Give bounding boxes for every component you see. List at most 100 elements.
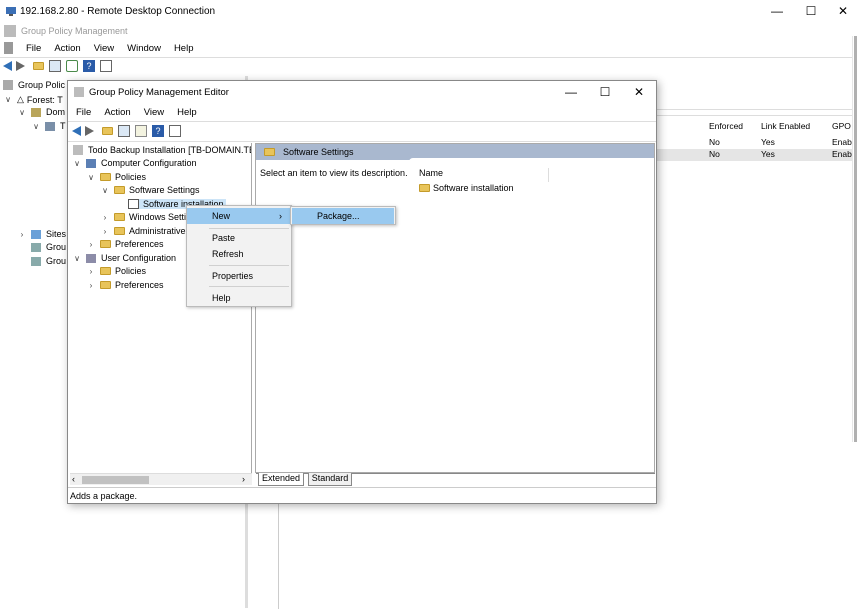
editor-tree-item[interactable]: ∨ Software Settings: [100, 185, 199, 195]
menu-item-help[interactable]: Help: [187, 290, 291, 306]
editor-detail-pane: Software Settings Select an item to view…: [255, 143, 655, 473]
list-header-name[interactable]: Name: [419, 168, 549, 182]
menu-separator: [209, 265, 289, 266]
menu-item-refresh[interactable]: Refresh: [187, 246, 291, 262]
editor-tree-item[interactable]: › Policies: [86, 266, 146, 276]
view-tabs: Extended Standard: [256, 473, 655, 487]
folder-icon: [100, 240, 111, 248]
editor-tree-item[interactable]: ∨ Policies: [86, 172, 146, 182]
menu-separator: [209, 228, 289, 229]
forest-icon: △: [17, 94, 24, 104]
gpm-menu-view[interactable]: View: [94, 43, 114, 54]
list-item[interactable]: Software installation: [419, 183, 514, 193]
refresh-icon[interactable]: [66, 60, 78, 72]
forward-icon[interactable]: [16, 61, 25, 71]
menu-item-paste[interactable]: Paste: [187, 230, 291, 246]
col-gpo[interactable]: GPO: [832, 121, 851, 131]
show-tree-icon[interactable]: [49, 60, 61, 72]
minimize-button[interactable]: —: [760, 0, 794, 22]
chevron-down-icon[interactable]: ∨: [17, 108, 27, 117]
help-icon[interactable]: ?: [83, 60, 95, 72]
tab-standard[interactable]: Standard: [308, 473, 352, 486]
gpm-tree-item[interactable]: ∨ △ Forest: T: [3, 94, 63, 105]
up-folder-icon[interactable]: [33, 62, 44, 70]
properties-icon[interactable]: [100, 60, 112, 72]
editor-maximize-button[interactable]: ☐: [588, 81, 622, 103]
back-icon[interactable]: [3, 61, 12, 71]
editor-menu-view[interactable]: View: [144, 107, 164, 118]
gpm-menu-file[interactable]: File: [26, 43, 41, 54]
chevron-right-icon[interactable]: ›: [86, 267, 96, 276]
properties-icon[interactable]: [169, 125, 181, 137]
gpm-app-icon: [4, 25, 16, 37]
editor-tree-item[interactable]: › Preferences: [86, 239, 164, 249]
chevron-right-icon[interactable]: ›: [100, 227, 110, 236]
editor-close-button[interactable]: ✕: [622, 81, 656, 103]
col-link-enabled[interactable]: Link Enabled: [761, 121, 810, 131]
chevron-right-icon[interactable]: ›: [17, 230, 27, 239]
show-tree-icon[interactable]: [118, 125, 130, 137]
editor-menu-help[interactable]: Help: [177, 107, 197, 118]
scroll-left-icon[interactable]: ‹: [72, 474, 75, 484]
editor-tree-item[interactable]: ∨ User Configuration: [72, 253, 176, 263]
domains-icon: [31, 107, 41, 117]
chevron-right-icon[interactable]: ›: [86, 281, 96, 290]
gpm-tree-item[interactable]: Grou: [31, 242, 66, 252]
back-icon[interactable]: [72, 126, 81, 136]
gpm-tree-item[interactable]: ∨ Dom: [17, 107, 65, 117]
forward-icon[interactable]: [85, 126, 94, 136]
editor-tree-item[interactable]: › Preferences: [86, 280, 164, 290]
menu-item-package[interactable]: Package...: [292, 208, 394, 224]
gpm-title: Group Policy Management: [21, 26, 128, 36]
chevron-right-icon[interactable]: ›: [100, 213, 110, 222]
chevron-down-icon[interactable]: ∨: [31, 122, 41, 131]
gpm-tree-item[interactable]: ∨ T: [31, 121, 65, 131]
gpm-menu-help[interactable]: Help: [174, 43, 194, 54]
tab-extended[interactable]: Extended: [258, 473, 304, 486]
folder-icon: [114, 227, 125, 235]
maximize-button[interactable]: ☐: [794, 0, 828, 22]
chevron-down-icon[interactable]: ∨: [100, 186, 110, 195]
gpm-menu-action[interactable]: Action: [54, 43, 80, 54]
editor-toolbar: ?: [72, 125, 186, 137]
chevron-down-icon[interactable]: ∨: [72, 159, 82, 168]
gpm-tree-item[interactable]: Grou: [31, 256, 66, 266]
gpm-column-divider: [278, 499, 279, 609]
table-row[interactable]: No Yes Enab: [657, 149, 852, 161]
status-text: Adds a package.: [70, 490, 138, 501]
rdp-scrollbar[interactable]: [852, 36, 858, 442]
scrollbar-thumb[interactable]: [82, 476, 149, 484]
editor-tree-root[interactable]: Todo Backup Installation [TB-DOMAIN.TB: [73, 145, 251, 155]
menu-item-new[interactable]: New ›: [187, 208, 291, 224]
chevron-down-icon[interactable]: ∨: [72, 254, 82, 263]
editor-tree-item[interactable]: › Administrative: [100, 226, 186, 236]
context-submenu: Package...: [290, 206, 396, 225]
editor-window: Group Policy Management Editor — ☐ ✕ Fil…: [67, 80, 657, 504]
chevron-down-icon[interactable]: ∨: [3, 95, 13, 104]
gpo-icon: [73, 145, 83, 155]
scroll-right-icon[interactable]: ›: [242, 474, 245, 484]
chevron-down-icon[interactable]: ∨: [86, 173, 96, 182]
gpm-title-bar: Group Policy Management: [0, 23, 859, 39]
gpm-tree-item[interactable]: Group Polic: [3, 80, 65, 90]
col-enforced[interactable]: Enforced: [709, 121, 743, 131]
editor-menu-file[interactable]: File: [76, 107, 91, 118]
rdp-scrollbar-thumb[interactable]: [854, 36, 857, 442]
up-folder-icon[interactable]: [102, 127, 113, 135]
close-button[interactable]: ✕: [826, 0, 859, 22]
editor-tree-hscrollbar[interactable]: ‹ ›: [70, 473, 252, 485]
table-row[interactable]: No Yes Enab: [705, 137, 852, 149]
editor-tree-item[interactable]: ∨ Computer Configuration: [72, 158, 197, 168]
editor-menu-action[interactable]: Action: [104, 107, 130, 118]
export-list-icon[interactable]: [135, 125, 147, 137]
detail-header-curve: [409, 158, 654, 162]
chevron-right-icon[interactable]: ›: [86, 240, 96, 249]
folder-icon: [100, 281, 111, 289]
gpm-menu-window[interactable]: Window: [127, 43, 161, 54]
editor-menu-bar: File Action View Help: [76, 105, 210, 119]
editor-tree-item[interactable]: › Windows Setti: [100, 212, 186, 222]
help-icon[interactable]: ?: [152, 125, 164, 137]
editor-minimize-button[interactable]: —: [554, 81, 588, 103]
gpm-tree-item[interactable]: › Sites: [17, 229, 66, 239]
menu-item-properties[interactable]: Properties: [187, 268, 291, 284]
